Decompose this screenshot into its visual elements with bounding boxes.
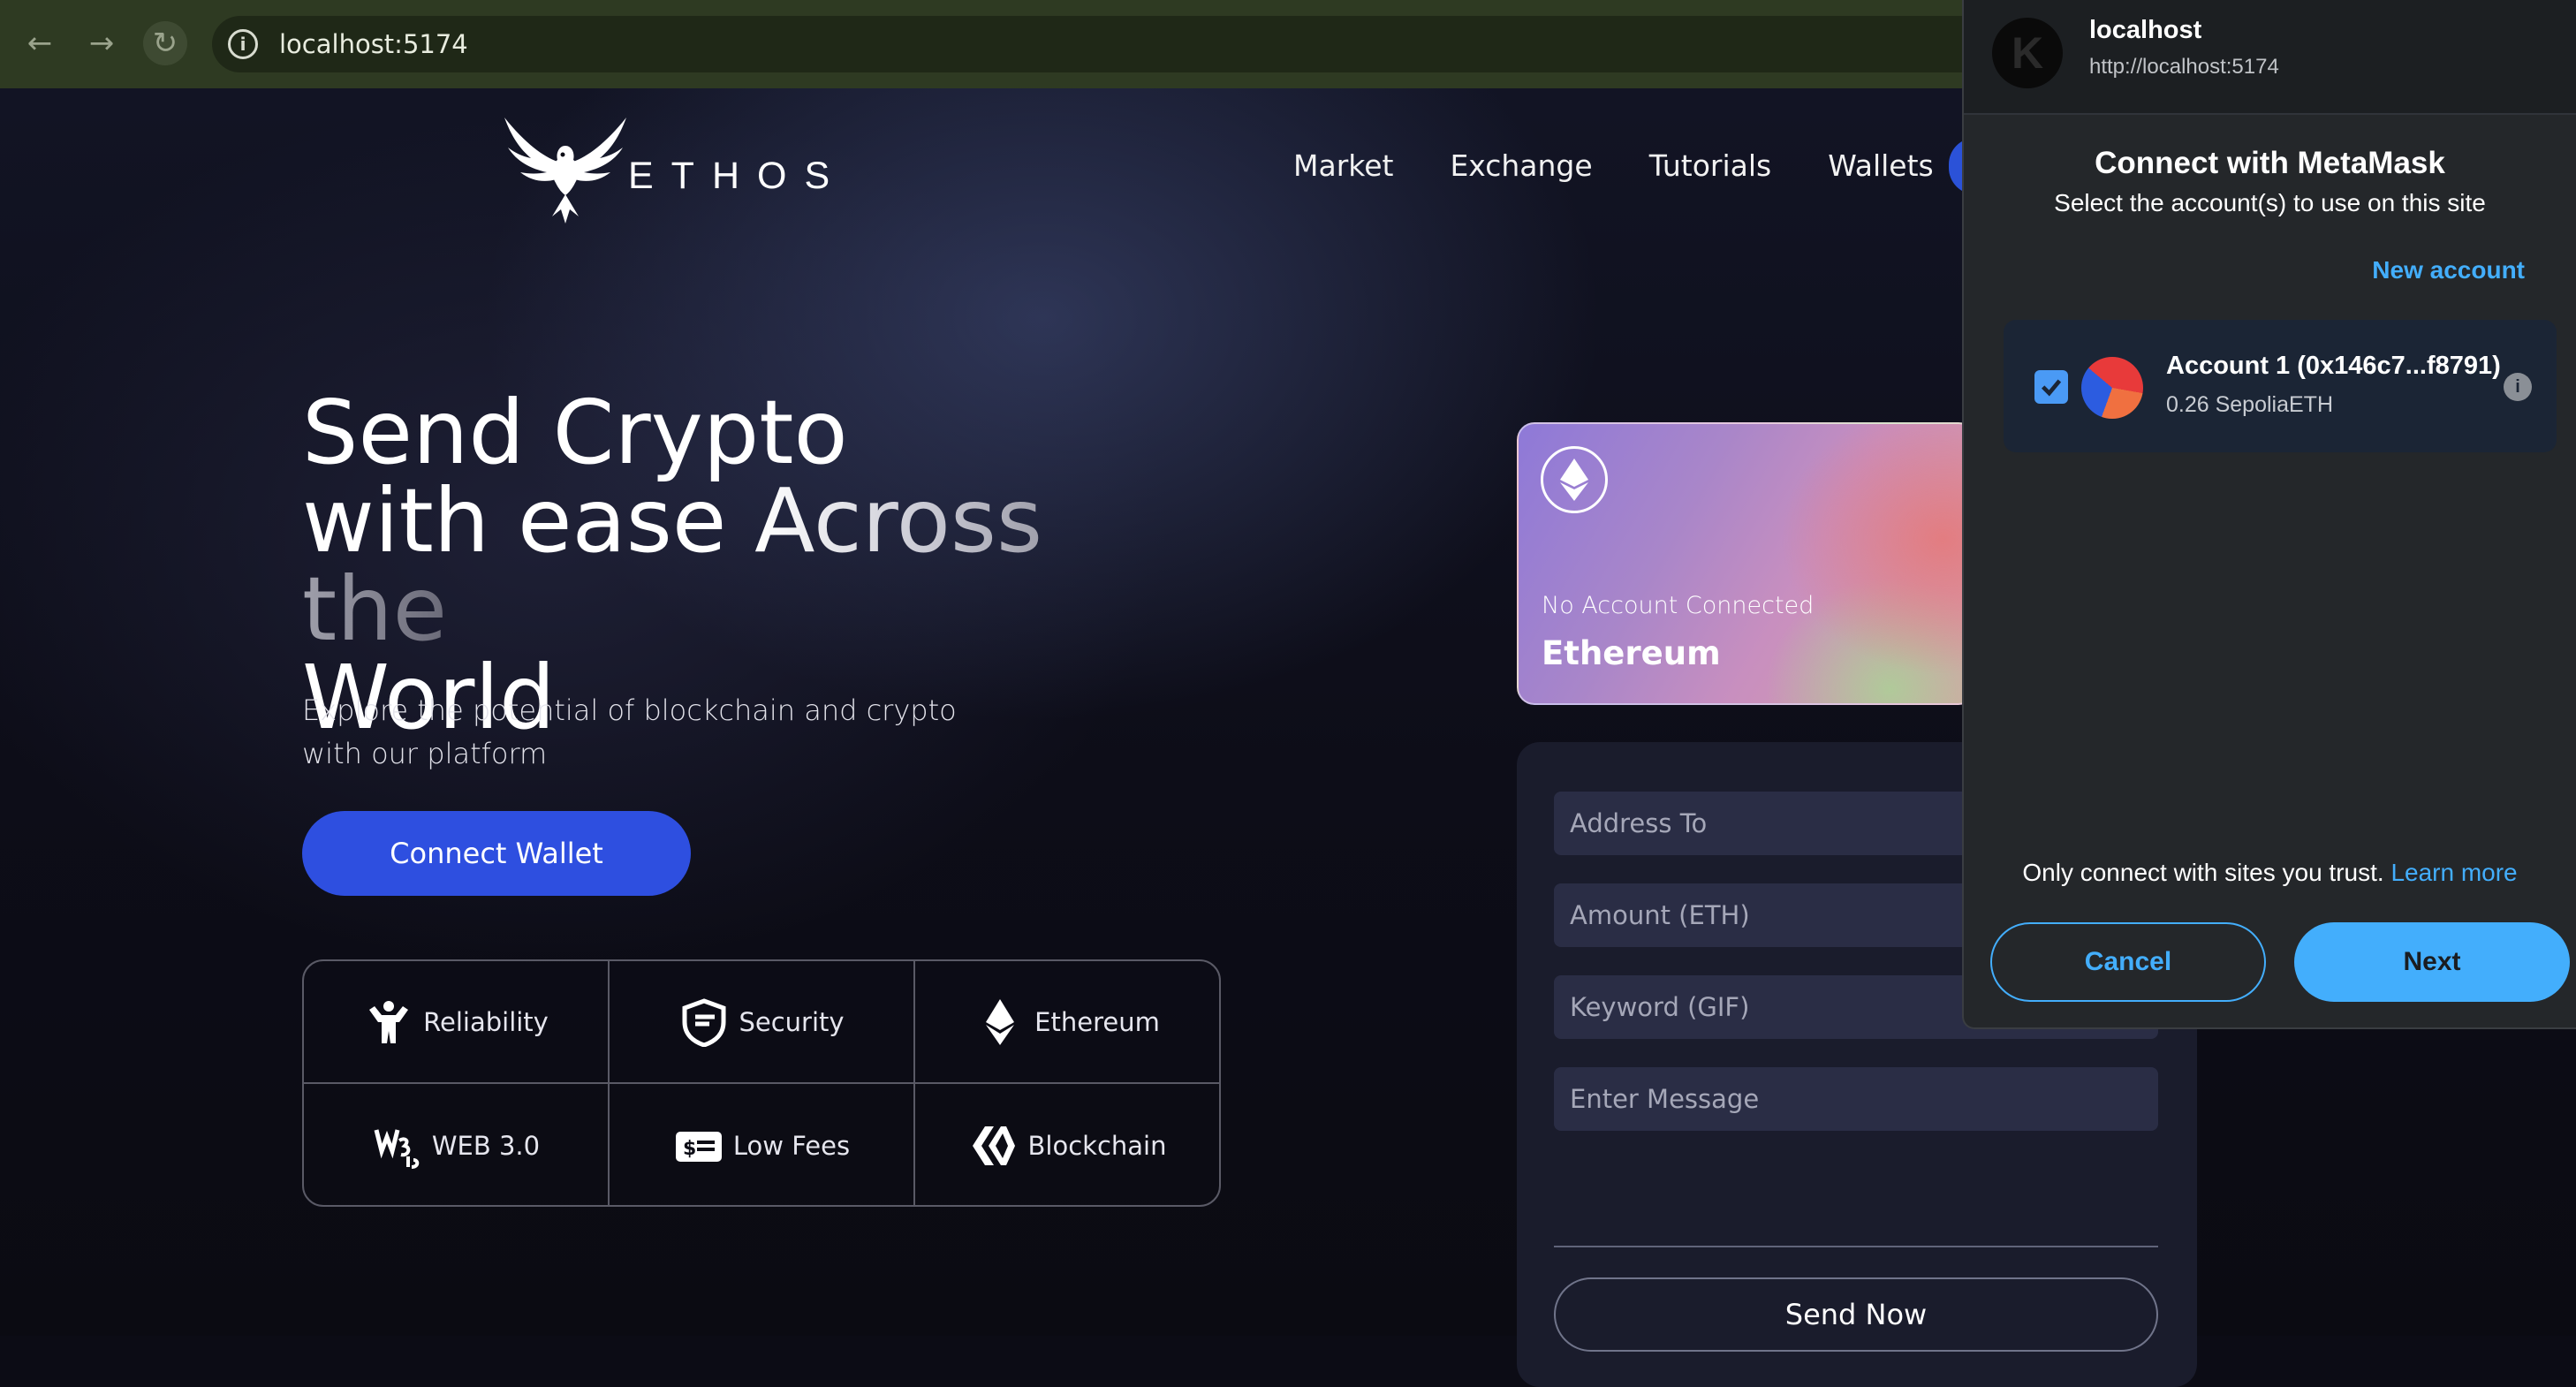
feature-label: Blockchain xyxy=(1027,1130,1167,1161)
card-network: Ethereum xyxy=(1542,634,1721,672)
url-text: localhost:5174 xyxy=(279,29,468,59)
feature-low-fees: $ Low Fees xyxy=(610,1084,915,1205)
feature-label: Low Fees xyxy=(732,1130,851,1161)
trust-text: Only connect with sites you trust. xyxy=(2022,859,2391,886)
metamask-title: Connect with MetaMask xyxy=(2095,146,2445,180)
nav-market[interactable]: Market xyxy=(1293,148,1393,183)
checkmark-icon xyxy=(2042,379,2062,397)
money-icon: $ xyxy=(673,1120,724,1171)
feature-reliability: Reliability xyxy=(304,961,610,1084)
features-grid: Reliability Security Ethereum WEB 3.0 $ … xyxy=(302,959,1221,1207)
account-name: Account 1 (0x146c7...f8791) xyxy=(2166,352,2501,380)
learn-more-link[interactable]: Learn more xyxy=(2390,859,2517,886)
metamask-subtitle: Select the account(s) to use on this sit… xyxy=(2054,189,2486,216)
site-name: localhost xyxy=(2089,16,2202,44)
account-row[interactable]: Account 1 (0x146c7...f8791) 0.26 Sepolia… xyxy=(2004,320,2557,452)
message-input[interactable]: Enter Message xyxy=(1554,1067,2158,1131)
feature-security: Security xyxy=(610,961,915,1084)
strength-icon xyxy=(363,997,414,1048)
svg-text:$: $ xyxy=(683,1138,696,1160)
site-info-icon[interactable]: i xyxy=(228,29,258,59)
nav-wallets[interactable]: Wallets xyxy=(1828,148,1934,183)
ethereum-icon xyxy=(974,997,1026,1048)
cancel-button[interactable]: Cancel xyxy=(1990,922,2266,1002)
feature-label: WEB 3.0 xyxy=(431,1130,541,1161)
connect-wallet-button[interactable]: Connect Wallet xyxy=(302,811,691,896)
site-avatar: K xyxy=(1992,18,2063,88)
trust-notice: Only connect with sites you trust. Learn… xyxy=(1964,859,2576,887)
feature-label: Security xyxy=(739,1006,845,1037)
account-checkbox[interactable] xyxy=(2034,370,2068,404)
send-now-button[interactable]: Send Now xyxy=(1554,1277,2158,1352)
feature-label: Reliability xyxy=(423,1006,549,1037)
metamask-site-header: K localhost http://localhost:5174 xyxy=(1964,0,2576,115)
feature-blockchain: Blockchain xyxy=(915,1084,1219,1205)
next-button[interactable]: Next xyxy=(2294,922,2570,1002)
hero-subtitle: Explore the potential of blockchain and … xyxy=(302,694,957,770)
feature-ethereum: Ethereum xyxy=(915,961,1219,1084)
blockchain-icon xyxy=(968,1120,1019,1171)
site-origin: http://localhost:5174 xyxy=(2089,55,2279,79)
main-nav: Market Exchange Tutorials Wallets xyxy=(1293,148,1990,183)
metamask-connect-popup: K localhost http://localhost:5174 Connec… xyxy=(1962,0,2576,1029)
feature-label: Ethereum xyxy=(1034,1006,1160,1037)
card-account-status: No Account Connected xyxy=(1542,592,1815,619)
reload-icon[interactable]: ↻ xyxy=(143,21,187,65)
account-balance: 0.26 SepoliaETH xyxy=(2166,392,2334,417)
ethereum-badge-icon xyxy=(1541,446,1608,513)
phoenix-logo-icon xyxy=(504,117,626,224)
back-arrow-icon[interactable]: ← xyxy=(18,21,62,65)
ethos-logo[interactable]: ETHOS xyxy=(499,110,847,225)
account-avatar xyxy=(2081,357,2143,419)
forward-arrow-icon[interactable]: → xyxy=(80,21,124,65)
form-divider xyxy=(1554,1246,2158,1247)
logo-text: ETHOS xyxy=(628,154,848,197)
ethereum-card: No Account Connected Ethereum xyxy=(1517,422,1976,705)
nav-exchange[interactable]: Exchange xyxy=(1450,148,1592,183)
web3-icon xyxy=(372,1120,423,1171)
new-account-link[interactable]: New account xyxy=(2372,256,2525,284)
shield-icon xyxy=(678,997,730,1048)
info-icon[interactable]: i xyxy=(2504,373,2532,401)
nav-tutorials[interactable]: Tutorials xyxy=(1649,148,1772,183)
feature-web3: WEB 3.0 xyxy=(304,1084,610,1205)
